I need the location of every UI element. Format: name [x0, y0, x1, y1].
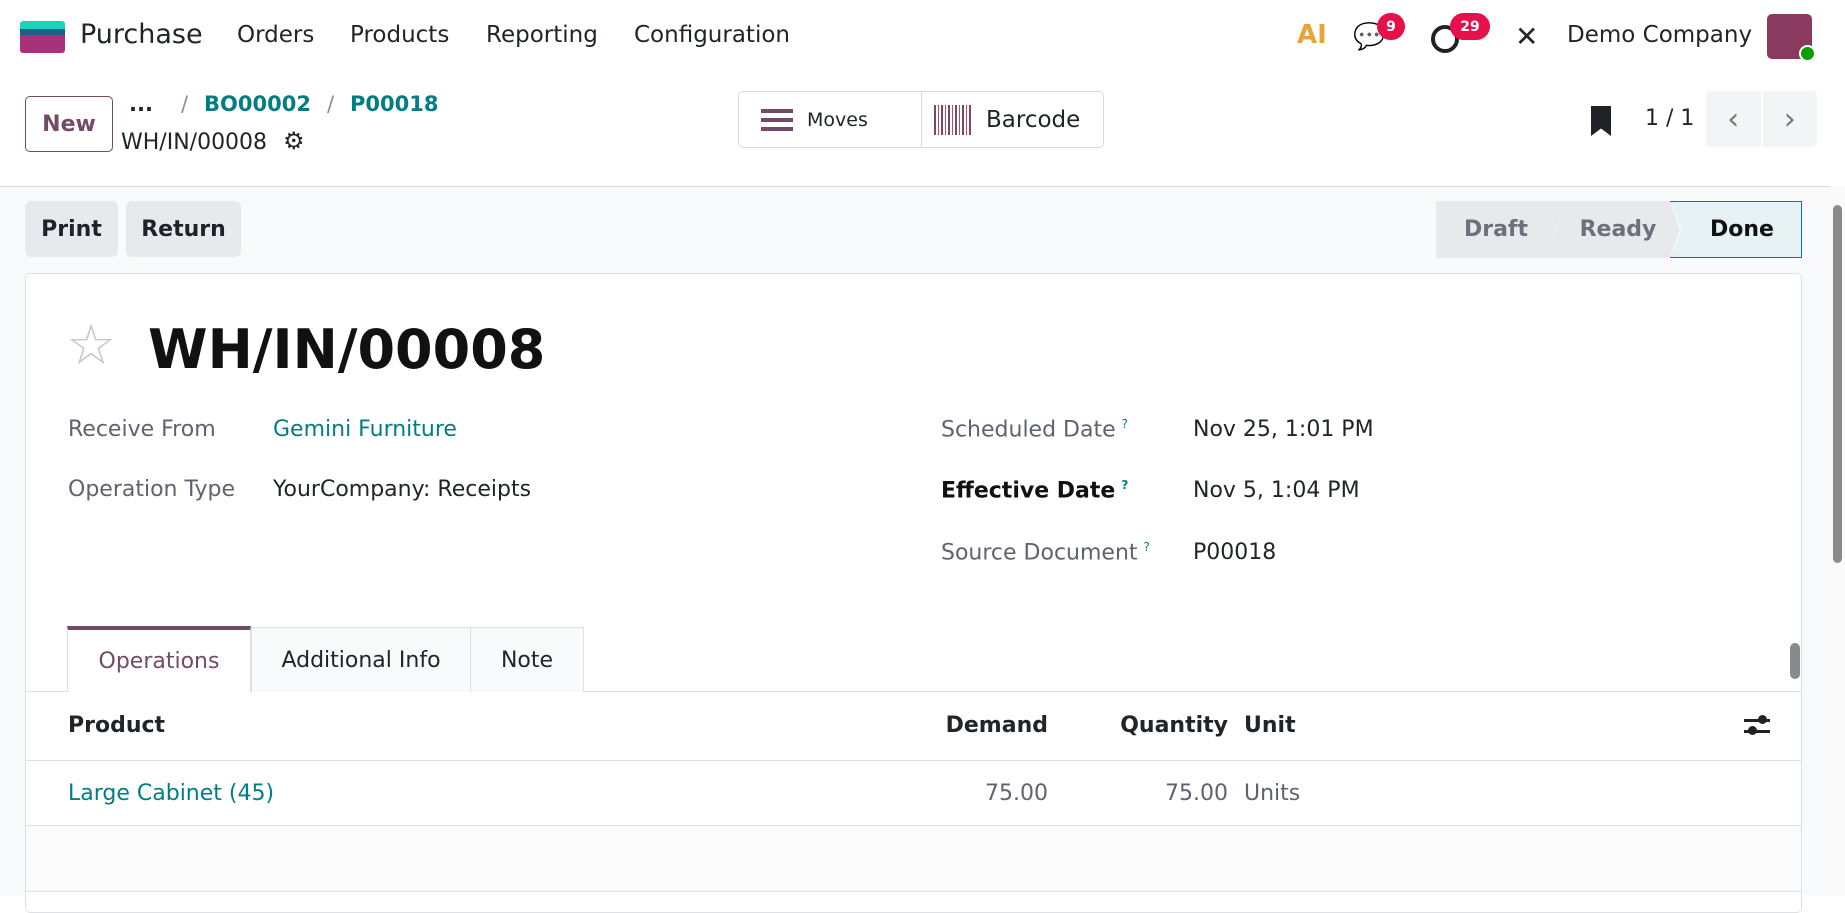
print-button[interactable]: Print [25, 201, 118, 257]
record-title: WH/IN/00008 [148, 318, 546, 381]
tab-additional-info[interactable]: Additional Info [251, 627, 471, 692]
barcode-icon [934, 104, 972, 135]
app-name[interactable]: Purchase [80, 19, 203, 50]
empty-row [26, 826, 1801, 892]
list-icon [761, 108, 793, 131]
messages-badge: 9 [1377, 13, 1405, 40]
help-icon[interactable]: ? [1122, 417, 1128, 431]
gear-icon[interactable]: ⚙ [283, 127, 305, 155]
scheduled-date-label: Scheduled Date? [941, 417, 1129, 443]
online-status-icon [1799, 45, 1816, 62]
barcode-button[interactable]: Barcode [922, 92, 1103, 147]
page-scrollbar-thumb[interactable] [1833, 205, 1842, 563]
col-unit-header[interactable]: Unit [1244, 713, 1296, 738]
breadcrumb-bo00002[interactable]: BO00002 [204, 92, 311, 116]
tab-note[interactable]: Note [471, 627, 584, 692]
menu-products[interactable]: Products [350, 22, 449, 48]
tab-operations[interactable]: Operations [67, 626, 251, 692]
smart-buttons: Moves Barcode [738, 91, 1104, 148]
pager: ‹ › [1706, 91, 1817, 147]
moves-button[interactable]: Moves [739, 92, 922, 147]
new-button[interactable]: New [25, 96, 113, 152]
source-document-value[interactable]: P00018 [1193, 540, 1276, 565]
app-logo-icon[interactable] [20, 21, 65, 53]
return-button[interactable]: Return [126, 201, 241, 257]
menu-orders[interactable]: Orders [237, 22, 314, 48]
product-cell[interactable]: Large Cabinet (45) [68, 781, 274, 806]
breadcrumb-p00018[interactable]: P00018 [350, 92, 438, 116]
bookmark-icon[interactable] [1591, 106, 1611, 136]
unit-cell: Units [1244, 781, 1301, 806]
col-product-header[interactable]: Product [68, 713, 165, 738]
operation-type-label: Operation Type [68, 477, 236, 502]
breadcrumb-more[interactable]: ... [129, 92, 153, 116]
scheduled-date-value[interactable]: Nov 25, 1:01 PM [1193, 417, 1374, 442]
menu-configuration[interactable]: Configuration [634, 22, 790, 48]
effective-date-label: Effective Date? [941, 478, 1129, 504]
activities-badge: 29 [1450, 13, 1490, 40]
pager-prev-button[interactable]: ‹ [1706, 91, 1761, 147]
quantity-cell[interactable]: 75.00 [1070, 781, 1228, 806]
status-done[interactable]: Done [1670, 201, 1802, 258]
status-draft[interactable]: Draft [1436, 201, 1556, 258]
effective-date-value[interactable]: Nov 5, 1:04 PM [1193, 478, 1360, 503]
star-icon[interactable]: ☆ [66, 318, 116, 374]
tools-icon[interactable]: ✕ [1515, 20, 1538, 53]
table-row[interactable]: Large Cabinet (45) 75.00 75.00 Units [26, 761, 1801, 826]
inner-scrollbar[interactable] [1790, 643, 1800, 679]
col-demand-header[interactable]: Demand [900, 713, 1048, 738]
pager-next-button[interactable]: › [1762, 91, 1817, 147]
current-record: WH/IN/00008 [121, 130, 268, 155]
pager-value[interactable]: 1 / 1 [1645, 106, 1694, 131]
breadcrumb: ... / BO00002 / P00018 [129, 92, 439, 116]
col-quantity-header[interactable]: Quantity [1070, 713, 1228, 738]
help-icon[interactable]: ? [1121, 478, 1128, 492]
status-bar: Draft Ready Done [1436, 201, 1802, 258]
demand-cell: 75.00 [985, 781, 1048, 806]
help-icon[interactable]: ? [1144, 540, 1150, 554]
operation-type-value[interactable]: YourCompany: Receipts [273, 477, 531, 502]
receive-from-value[interactable]: Gemini Furniture [273, 417, 457, 442]
company-switcher[interactable]: Demo Company [1567, 22, 1752, 48]
ai-icon[interactable]: AI [1297, 20, 1327, 50]
optional-columns-icon[interactable] [1744, 714, 1770, 736]
receive-from-label: Receive From [68, 417, 216, 442]
menu-reporting[interactable]: Reporting [486, 22, 598, 48]
source-document-label: Source Document? [941, 540, 1150, 566]
status-ready[interactable]: Ready [1546, 201, 1680, 258]
